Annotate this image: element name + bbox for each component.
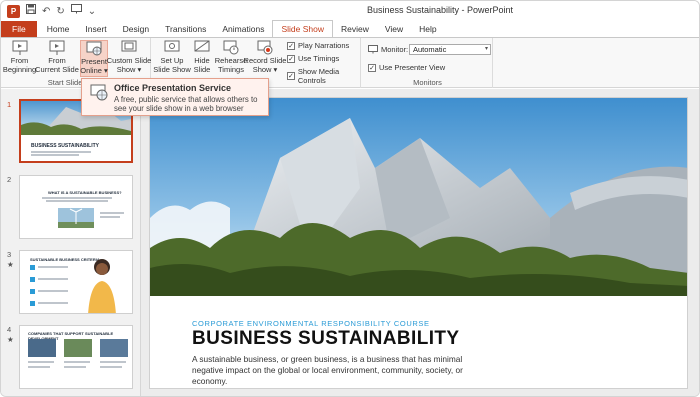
tab-transitions[interactable]: Transitions bbox=[157, 21, 214, 37]
monitor-select-value: Automatic bbox=[413, 45, 447, 54]
animation-star-icon: ★ bbox=[7, 260, 14, 269]
custom-slide-show-icon bbox=[121, 40, 137, 52]
chevron-down-icon: ▾ bbox=[484, 46, 488, 52]
rehearse-timings-icon bbox=[223, 40, 239, 55]
checkmark-icon: ✓ bbox=[287, 54, 295, 63]
wind-turbine-image bbox=[58, 208, 94, 228]
record-slide-show-label: Record Slide Show ▾ bbox=[243, 56, 287, 74]
tab-help[interactable]: Help bbox=[411, 21, 444, 37]
slide-thumbnail-3[interactable]: SUSTAINABLE BUSINESS CRITERIA bbox=[19, 250, 133, 314]
checkmark-icon: ✓ bbox=[287, 72, 295, 80]
use-timings-checkbox[interactable]: ✓ Use Timings bbox=[287, 54, 339, 63]
tab-file[interactable]: File bbox=[1, 21, 37, 37]
from-beginning-label: From Beginning bbox=[2, 56, 37, 74]
show-media-controls-checkbox[interactable]: ✓ Show Media Controls bbox=[287, 67, 360, 85]
play-narrations-checkbox[interactable]: ✓ Play Narrations bbox=[287, 41, 349, 50]
hide-slide-button[interactable]: Hide Slide bbox=[191, 40, 213, 74]
monitor-select[interactable]: Automatic ▾ bbox=[409, 44, 491, 55]
monitor-label: Monitor: bbox=[381, 45, 409, 54]
record-icon bbox=[257, 40, 273, 55]
checkmark-icon: ✓ bbox=[287, 41, 295, 50]
from-current-slide-icon bbox=[49, 40, 65, 55]
present-online-label: Present Online ▾ bbox=[80, 57, 108, 75]
record-slide-show-button[interactable]: Record Slide Show ▾ bbox=[244, 40, 286, 74]
use-presenter-view-checkbox[interactable]: ✓ Use Presenter View bbox=[368, 63, 445, 72]
tab-review[interactable]: Review bbox=[333, 21, 377, 37]
tab-slide-show[interactable]: Slide Show bbox=[272, 20, 333, 37]
thumbnail-number: 3 bbox=[7, 250, 12, 259]
from-current-slide-label: From Current Slide bbox=[35, 56, 79, 74]
play-narrations-label: Play Narrations bbox=[298, 41, 350, 50]
tab-home[interactable]: Home bbox=[39, 21, 78, 37]
tab-animations[interactable]: Animations bbox=[214, 21, 272, 37]
rehearse-timings-button[interactable]: Rehearse Timings bbox=[214, 40, 248, 74]
slide-canvas[interactable]: CORPORATE ENVIRONMENTAL RESPONSIBILITY C… bbox=[149, 97, 688, 389]
monitors-group-label: Monitors bbox=[413, 78, 442, 87]
slide-kicker: CORPORATE ENVIRONMENTAL RESPONSIBILITY C… bbox=[192, 319, 430, 328]
custom-slide-show-label: Custom Slide Show ▾ bbox=[106, 56, 152, 74]
window-title: Business Sustainability - PowerPoint bbox=[366, 5, 514, 15]
building-photo bbox=[150, 98, 687, 296]
use-timings-label: Use Timings bbox=[298, 54, 340, 63]
from-beginning-icon bbox=[12, 40, 27, 55]
thumbnail-number: 2 bbox=[7, 175, 12, 184]
animation-star-icon: ★ bbox=[7, 335, 14, 344]
slide-heading: BUSINESS SUSTAINABILITY bbox=[192, 328, 460, 349]
set-up-slide-show-button[interactable]: Set Up Slide Show bbox=[153, 40, 191, 74]
company-images bbox=[28, 339, 128, 357]
tab-design[interactable]: Design bbox=[115, 21, 157, 37]
ribbon-tabs: File Home Insert Design Transitions Anim… bbox=[1, 20, 699, 37]
set-up-slide-show-icon bbox=[164, 40, 180, 52]
thumbnail-title: WHAT IS A SUSTAINABLE BUSINESS? bbox=[48, 190, 122, 195]
use-presenter-view-label: Use Presenter View bbox=[379, 63, 446, 72]
present-online-button[interactable]: Present Online ▾ bbox=[80, 40, 108, 77]
checkmark-icon: ✓ bbox=[368, 63, 376, 72]
tooltip-description: A free, public service that allows other… bbox=[114, 95, 258, 113]
slide-thumbnail-2[interactable]: WHAT IS A SUSTAINABLE BUSINESS? bbox=[19, 175, 133, 239]
thumbnail-number: 1 bbox=[7, 100, 12, 109]
person-photo bbox=[88, 259, 116, 313]
slide-thumbnails-pane[interactable]: 1 BUSINESS SUSTAINABILITY 2 WHAT IS A SU… bbox=[1, 89, 141, 396]
monitor-icon bbox=[368, 45, 378, 54]
set-up-slide-show-label: Set Up Slide Show bbox=[153, 56, 191, 74]
title-bar: P ↶ ↻ ⌄ Business Sustainability - PowerP… bbox=[1, 1, 699, 21]
show-media-controls-label: Show Media Controls bbox=[297, 67, 340, 85]
slide-body-text: A sustainable business, or green busines… bbox=[192, 354, 463, 386]
tab-view[interactable]: View bbox=[377, 21, 411, 37]
custom-slide-show-button[interactable]: Custom Slide Show ▾ bbox=[106, 40, 152, 74]
editor-area: 1 BUSINESS SUSTAINABILITY 2 WHAT IS A SU… bbox=[1, 89, 699, 396]
tooltip-title: Office Presentation Service bbox=[114, 83, 232, 93]
hide-slide-icon bbox=[194, 40, 210, 52]
monitor-row: Monitor: bbox=[368, 45, 408, 54]
monitors-group: Monitor: Automatic ▾ ✓ Use Presenter Vie… bbox=[363, 38, 493, 88]
present-online-icon bbox=[86, 41, 102, 56]
office-presentation-service-icon bbox=[90, 84, 108, 101]
thumbnail-title: BUSINESS SUSTAINABILITY bbox=[31, 143, 99, 149]
rehearse-timings-label: Rehearse Timings bbox=[214, 56, 248, 74]
from-beginning-button[interactable]: From Beginning bbox=[3, 40, 36, 74]
hide-slide-label: Hide Slide bbox=[193, 56, 211, 74]
present-online-tooltip: Office Presentation Service A free, publ… bbox=[81, 78, 269, 116]
from-current-slide-button[interactable]: From Current Slide bbox=[35, 40, 79, 74]
slide-thumbnail-4[interactable]: COMPANIES THAT SUPPORT SUSTAINABLE DEVEL… bbox=[19, 325, 133, 389]
tab-insert[interactable]: Insert bbox=[77, 21, 114, 37]
thumbnail-number: 4 bbox=[7, 325, 12, 334]
powerpoint-window: P ↶ ↻ ⌄ Business Sustainability - PowerP… bbox=[0, 0, 700, 397]
